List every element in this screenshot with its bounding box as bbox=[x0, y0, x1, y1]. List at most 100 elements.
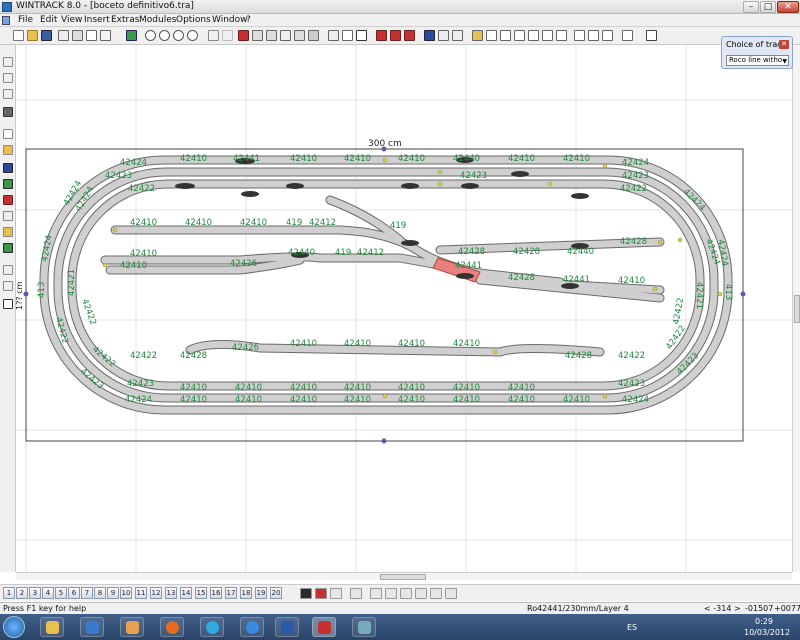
flex-tool-icon[interactable] bbox=[3, 57, 13, 67]
list-icon[interactable] bbox=[100, 30, 111, 41]
font-tool-icon[interactable] bbox=[3, 299, 13, 309]
curve-switch-icon[interactable] bbox=[542, 30, 553, 41]
layer-button[interactable]: 4 bbox=[42, 587, 54, 599]
layer-color-icon[interactable] bbox=[315, 588, 327, 599]
menu-view[interactable]: View bbox=[61, 15, 82, 25]
close-icon[interactable]: ✕ bbox=[779, 40, 789, 49]
zoom-window-icon[interactable] bbox=[187, 30, 198, 41]
chevron-down-icon[interactable]: ▼ bbox=[782, 57, 787, 65]
terrain-tool-icon[interactable] bbox=[3, 227, 13, 237]
image-icon[interactable] bbox=[126, 30, 137, 41]
symbol-tool-icon[interactable] bbox=[3, 265, 13, 275]
open-folder-icon[interactable] bbox=[27, 30, 38, 41]
taskbar-app[interactable] bbox=[352, 617, 376, 637]
rail-tool-icon[interactable] bbox=[3, 107, 13, 117]
text-tool-icon[interactable] bbox=[3, 163, 13, 173]
print-icon[interactable] bbox=[72, 30, 83, 41]
switch-left-icon[interactable] bbox=[486, 30, 497, 41]
dimension-handle[interactable] bbox=[381, 438, 387, 444]
page-setup-icon[interactable] bbox=[86, 30, 97, 41]
layer-button[interactable]: 6 bbox=[68, 587, 80, 599]
report-icon[interactable] bbox=[588, 30, 599, 41]
menu-help[interactable]: ? bbox=[246, 15, 251, 25]
clock-time[interactable]: 0:29 bbox=[755, 617, 773, 626]
save-icon[interactable] bbox=[41, 30, 52, 41]
rotate-icon[interactable] bbox=[438, 30, 449, 41]
maximize-button[interactable]: □ bbox=[760, 1, 776, 13]
double-slip-icon[interactable] bbox=[556, 30, 567, 41]
layer-button[interactable]: 11 bbox=[135, 587, 147, 599]
layout-canvas[interactable]: 300 cm 1?? cm 42424 42410 42441 42410 42… bbox=[16, 45, 792, 572]
taskbar-media[interactable] bbox=[80, 617, 104, 637]
dimension-handle[interactable] bbox=[23, 291, 29, 297]
layer-down-icon[interactable] bbox=[415, 588, 427, 599]
track-plan[interactable]: 300 cm 1?? cm 42424 42410 42441 42410 42… bbox=[16, 45, 792, 572]
group-icon[interactable] bbox=[308, 30, 319, 41]
taskbar-ie[interactable] bbox=[240, 617, 264, 637]
taskbar-wintrack[interactable] bbox=[312, 617, 336, 637]
track-system-select[interactable]: Roco line witho ▼ bbox=[726, 55, 789, 66]
help-pointer-icon[interactable] bbox=[646, 30, 657, 41]
layer-show-icon[interactable] bbox=[385, 588, 397, 599]
measure-icon[interactable] bbox=[472, 30, 483, 41]
parts-list-icon[interactable] bbox=[574, 30, 585, 41]
menu-modules[interactable]: Modules bbox=[139, 15, 176, 25]
y-switch-icon[interactable] bbox=[528, 30, 539, 41]
print-preview-icon[interactable] bbox=[58, 30, 69, 41]
undo-icon[interactable] bbox=[208, 30, 219, 41]
layer-button[interactable]: 15 bbox=[195, 587, 207, 599]
layer-button[interactable]: 12 bbox=[150, 587, 162, 599]
bend-icon[interactable] bbox=[342, 30, 353, 41]
crossing-icon[interactable] bbox=[514, 30, 525, 41]
layer-settings-icon[interactable] bbox=[330, 588, 342, 599]
flex-curve-tool-icon[interactable] bbox=[3, 73, 13, 83]
close-button[interactable]: ✕ bbox=[777, 1, 799, 13]
disconnect-icon[interactable] bbox=[390, 30, 401, 41]
zoom-in-icon[interactable] bbox=[159, 30, 170, 41]
layer-copy-icon[interactable] bbox=[430, 588, 442, 599]
menu-insert[interactable]: Insert bbox=[84, 15, 110, 25]
taskbar-firefox[interactable] bbox=[160, 617, 184, 637]
landscape-tool-icon[interactable] bbox=[3, 243, 13, 253]
menu-window[interactable]: Window bbox=[212, 15, 248, 25]
menu-edit[interactable]: Edit bbox=[40, 15, 57, 25]
layer-button[interactable]: 3 bbox=[29, 587, 41, 599]
paste-icon[interactable] bbox=[266, 30, 277, 41]
menu-options[interactable]: Options bbox=[176, 15, 211, 25]
duplicate-icon[interactable] bbox=[294, 30, 305, 41]
layer-button[interactable]: 13 bbox=[165, 587, 177, 599]
tray-language[interactable]: ES bbox=[627, 623, 637, 632]
layer-up-icon[interactable] bbox=[400, 588, 412, 599]
connect-icon[interactable] bbox=[376, 30, 387, 41]
layer-button[interactable]: 10 bbox=[120, 587, 132, 599]
layer-button[interactable]: 9 bbox=[107, 587, 119, 599]
start-button[interactable] bbox=[3, 616, 25, 638]
vertical-scrollbar[interactable] bbox=[792, 45, 800, 572]
frame-tool-icon[interactable] bbox=[3, 281, 13, 291]
layer-button[interactable]: 7 bbox=[81, 587, 93, 599]
layer-button[interactable]: 18 bbox=[240, 587, 252, 599]
layer-button[interactable]: 8 bbox=[94, 587, 106, 599]
layer-all-icon[interactable] bbox=[300, 588, 312, 599]
taskbar-word[interactable] bbox=[275, 617, 299, 637]
join-icon[interactable] bbox=[404, 30, 415, 41]
layer-button[interactable]: 5 bbox=[55, 587, 67, 599]
house-tool-icon[interactable] bbox=[3, 195, 13, 205]
wall-tool-icon[interactable] bbox=[3, 211, 13, 221]
flex-track-icon[interactable] bbox=[328, 30, 339, 41]
redo-icon[interactable] bbox=[222, 30, 233, 41]
zoom-out-icon[interactable] bbox=[145, 30, 156, 41]
taskbar-explorer[interactable] bbox=[40, 617, 64, 637]
layer-hide-icon[interactable] bbox=[370, 588, 382, 599]
layer-button[interactable]: 2 bbox=[16, 587, 28, 599]
layer-button[interactable]: 14 bbox=[180, 587, 192, 599]
layer-lock-icon[interactable] bbox=[350, 588, 362, 599]
horizontal-scroll-thumb[interactable] bbox=[380, 574, 426, 580]
horizontal-scrollbar[interactable] bbox=[16, 572, 792, 580]
platform-tool-icon[interactable] bbox=[3, 145, 13, 155]
dimension-handle[interactable] bbox=[740, 291, 746, 297]
layer-move-icon[interactable] bbox=[445, 588, 457, 599]
align-icon[interactable] bbox=[452, 30, 463, 41]
move-icon[interactable] bbox=[424, 30, 435, 41]
taskbar-paint[interactable] bbox=[120, 617, 144, 637]
